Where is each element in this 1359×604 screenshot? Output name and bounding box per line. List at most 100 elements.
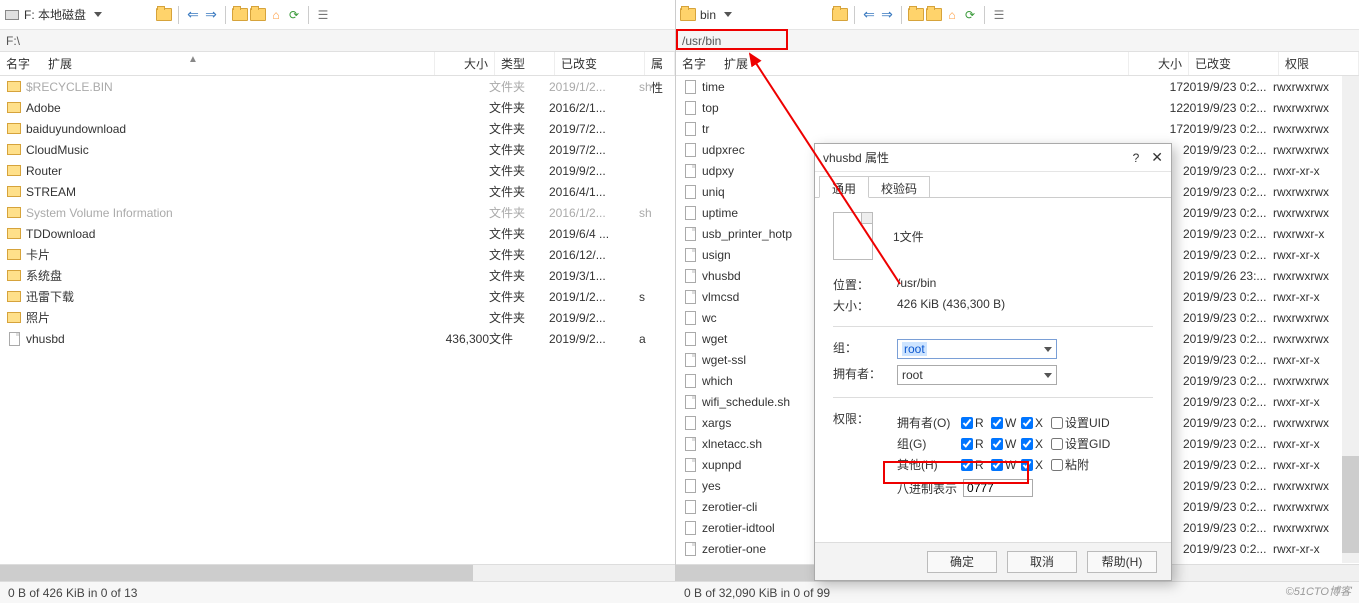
group-x-checkbox[interactable]: X — [1021, 437, 1051, 451]
setuid-checkbox[interactable]: 设置UID — [1051, 414, 1131, 431]
list-item[interactable]: Adobe文件夹2016/2/1... — [0, 97, 675, 118]
list-item[interactable]: 照片文件夹2019/9/2... — [0, 307, 675, 328]
file-icon — [682, 436, 698, 452]
list-item[interactable]: time172019/9/23 0:2...rwxrwxrwx — [676, 76, 1359, 97]
folder-open-icon[interactable] — [832, 7, 848, 23]
list-item[interactable]: top122019/9/23 0:2...rwxrwxrwx — [676, 97, 1359, 118]
list-item[interactable]: TDDownload文件夹2019/6/4 ... — [0, 223, 675, 244]
group-r-checkbox[interactable]: R — [961, 437, 991, 451]
link-icon — [682, 205, 698, 221]
dir-icon — [6, 100, 22, 116]
link-icon — [682, 331, 698, 347]
tree-icon[interactable]: ☰ — [991, 7, 1007, 23]
dir-icon — [6, 79, 22, 95]
sticky-checkbox[interactable]: 粘附 — [1051, 456, 1131, 473]
list-item[interactable]: 卡片文件夹2016/12/... — [0, 244, 675, 265]
dropdown-icon — [724, 12, 732, 17]
file-name: baiduyundownload — [26, 122, 429, 136]
watermark: ©51CTO博客 — [1286, 583, 1351, 599]
left-header[interactable]: 名字扩展 大小 类型 已改变 属性 — [0, 52, 675, 76]
nav-fwd-icon[interactable]: ⇒ — [879, 7, 895, 23]
dir-icon — [6, 121, 22, 137]
drive-label: bin — [700, 8, 716, 22]
list-item[interactable]: vhusbd436,300文件2019/9/2...a — [0, 328, 675, 349]
file-icon — [682, 289, 698, 305]
refresh-icon[interactable]: ⟳ — [286, 7, 302, 23]
folder-icon — [680, 8, 696, 21]
close-icon[interactable]: ✕ — [1151, 149, 1163, 166]
tab-general[interactable]: 通用 — [819, 176, 869, 198]
folder-icon[interactable] — [926, 7, 942, 23]
group-w-checkbox[interactable]: W — [991, 437, 1021, 451]
v-scrollbar[interactable] — [1342, 76, 1359, 563]
list-item[interactable]: tr172019/9/23 0:2...rwxrwxrwx — [676, 118, 1359, 139]
folder-icon[interactable] — [908, 7, 924, 23]
list-item[interactable]: Router文件夹2019/9/2... — [0, 160, 675, 181]
link-icon — [682, 373, 698, 389]
folder-open-icon[interactable] — [156, 7, 172, 23]
nav-fwd-icon[interactable]: ⇒ — [203, 7, 219, 23]
nav-back-icon[interactable]: ⇐ — [185, 7, 201, 23]
home-icon[interactable]: ⌂ — [944, 7, 960, 23]
dir-icon — [6, 289, 22, 305]
right-toolbar: bin ⇐ ⇒ ⌂ ⟳ ☰ — [676, 0, 1359, 30]
file-name: time — [702, 80, 1123, 94]
list-item[interactable]: baiduyundownload文件夹2019/7/2... — [0, 118, 675, 139]
owner-r-checkbox[interactable]: R — [961, 416, 991, 430]
tree-icon[interactable]: ☰ — [315, 7, 331, 23]
list-item[interactable]: 迅雷下载文件夹2019/1/2...s — [0, 286, 675, 307]
drive-selector[interactable]: F: 本地磁盘 — [4, 6, 154, 23]
file-name: Adobe — [26, 101, 429, 115]
dialog-title: vhusbd 属性 — [823, 149, 889, 166]
statusbar: 0 B of 426 KiB in 0 of 13 0 B of 32,090 … — [0, 581, 1359, 603]
help-icon[interactable]: ? — [1133, 151, 1140, 165]
dir-icon — [6, 142, 22, 158]
dir-icon — [6, 205, 22, 221]
highlight-octal — [883, 461, 1029, 484]
file-name: tr — [702, 122, 1123, 136]
drive-selector[interactable]: bin — [680, 7, 830, 23]
file-name: System Volume Information — [26, 206, 429, 220]
drive-label: F: 本地磁盘 — [24, 6, 86, 23]
link-icon — [682, 121, 698, 137]
file-name: Router — [26, 164, 429, 178]
owner-w-checkbox[interactable]: W — [991, 416, 1021, 430]
owner-select[interactable]: root — [897, 365, 1057, 385]
left-pathbar[interactable]: F:\ — [0, 30, 675, 52]
file-icon — [682, 394, 698, 410]
owner-x-checkbox[interactable]: X — [1021, 416, 1051, 430]
help-button[interactable]: 帮助(H) — [1087, 551, 1157, 573]
chevron-down-icon — [1044, 347, 1052, 352]
file-name: 照片 — [26, 309, 429, 326]
list-item[interactable]: STREAM文件夹2016/4/1... — [0, 181, 675, 202]
file-name: TDDownload — [26, 227, 429, 241]
link-icon — [682, 310, 698, 326]
file-name: vhusbd — [26, 332, 429, 346]
folder-icon[interactable] — [250, 7, 266, 23]
cancel-button[interactable]: 取消 — [1007, 551, 1077, 573]
right-header[interactable]: 名字扩展 大小 已改变 权限 — [676, 52, 1359, 76]
tab-checksum[interactable]: 校验码 — [868, 176, 930, 197]
list-item[interactable]: 系统盘文件夹2019/3/1... — [0, 265, 675, 286]
sort-indicator-icon: ▲ — [188, 54, 198, 65]
group-select[interactable]: root — [897, 339, 1057, 359]
nav-back-icon[interactable]: ⇐ — [861, 7, 877, 23]
file-icon — [682, 457, 698, 473]
refresh-icon[interactable]: ⟳ — [962, 7, 978, 23]
file-icon — [682, 352, 698, 368]
link-icon — [682, 478, 698, 494]
folder-icon[interactable] — [232, 7, 248, 23]
chevron-down-icon — [1044, 373, 1052, 378]
file-count: 1文件 — [893, 228, 924, 245]
home-icon[interactable]: ⌂ — [268, 7, 284, 23]
list-item[interactable]: $RECYCLE.BIN文件夹2019/1/2...sh — [0, 76, 675, 97]
list-item[interactable]: CloudMusic文件夹2019/7/2... — [0, 139, 675, 160]
dialog-titlebar[interactable]: vhusbd 属性 ? ✕ — [815, 144, 1171, 172]
link-icon — [682, 184, 698, 200]
h-scrollbar[interactable] — [0, 564, 675, 581]
setgid-checkbox[interactable]: 设置GID — [1051, 435, 1131, 452]
ok-button[interactable]: 确定 — [927, 551, 997, 573]
list-item[interactable]: System Volume Information文件夹2016/1/2...s… — [0, 202, 675, 223]
link-icon — [682, 499, 698, 515]
highlight-path — [676, 29, 788, 50]
